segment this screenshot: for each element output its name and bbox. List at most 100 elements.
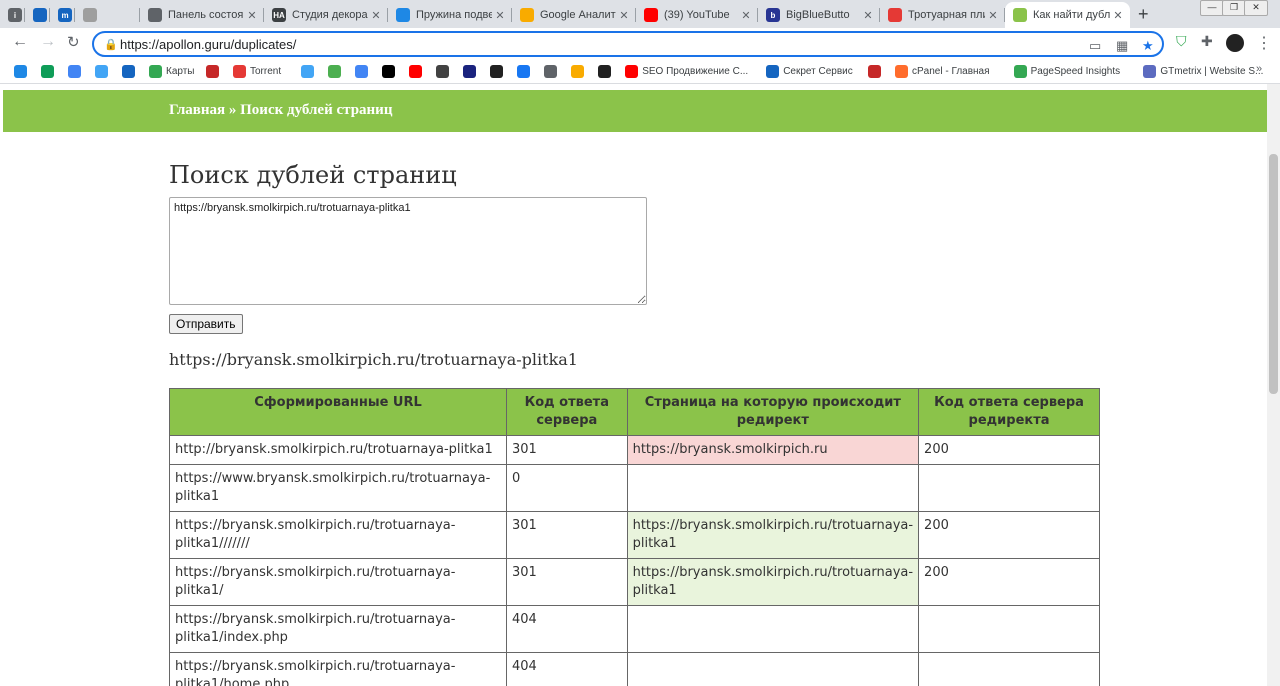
address-bar[interactable]: 🔒 https://apollon.guru/duplicates/ ▭ ▦ ★	[92, 31, 1164, 57]
tab-close-icon[interactable]: ✕	[368, 9, 384, 22]
tab-close-icon[interactable]: ✕	[244, 9, 260, 22]
close-window-button[interactable]: ✕	[1244, 0, 1268, 16]
tab-close-icon[interactable]: ✕	[616, 9, 632, 22]
bookmark-item[interactable]: Карты	[149, 63, 195, 79]
bookmark-icon	[206, 64, 219, 78]
table-row: http://bryansk.smolkirpich.ru/trotuarnay…	[168, 435, 1100, 465]
bookmark-icon	[1143, 64, 1157, 78]
bookmark-icon	[95, 64, 108, 78]
page-title: Поиск дублей страниц	[169, 161, 457, 189]
cast-icon[interactable]: ▭	[1089, 38, 1101, 54]
submit-button[interactable]: Отправить	[169, 314, 243, 334]
tab-item[interactable]: m	[50, 2, 75, 28]
bookmark-item[interactable]: GTmetrix | Website S...	[1143, 63, 1263, 79]
tab-item[interactable]	[75, 2, 140, 28]
bookmark-icon	[766, 64, 780, 78]
bookmark-item[interactable]: Torrent	[233, 63, 281, 79]
tab-item[interactable]: b BigBlueButto ✕	[758, 2, 880, 28]
tab-label: Панель состояни	[168, 9, 244, 21]
bookmark-item[interactable]: SEO Продвижение С...	[625, 63, 748, 79]
bookmark-icon	[895, 64, 908, 78]
bookmark-item[interactable]	[41, 63, 58, 79]
bookmark-item[interactable]	[95, 63, 112, 79]
cell-url: http://bryansk.smolkirpich.ru/trotuarnay…	[168, 435, 508, 465]
tab-favicon-icon: НА	[272, 8, 286, 22]
bookmark-icon	[122, 64, 135, 78]
table-row: https://bryansk.smolkirpich.ru/trotuarna…	[168, 652, 1100, 686]
back-arrow-icon[interactable]: ←	[12, 33, 28, 51]
tab-item[interactable]: Панель состояни✕	[140, 2, 264, 28]
bookmark-item[interactable]	[206, 63, 223, 79]
cell-redirect: https://bryansk.smolkirpich.ru/trotuarna…	[626, 558, 920, 606]
col-header-url: Сформированные URL	[168, 388, 508, 436]
bookmark-label: Секрет Сервис	[783, 65, 853, 77]
scrollbar-thumb[interactable]	[1269, 154, 1278, 394]
bookmark-item[interactable]	[301, 63, 318, 79]
profile-avatar[interactable]	[1226, 34, 1244, 52]
bookmark-star-icon[interactable]: ★	[1142, 38, 1154, 54]
restore-button[interactable]: ❐	[1222, 0, 1246, 16]
bookmark-icon	[328, 64, 342, 78]
tab-item[interactable]: Тротуарная плит✕	[880, 2, 1005, 28]
tab-close-icon[interactable]: ✕	[985, 9, 1001, 22]
menu-dots-icon[interactable]: ⋮	[1256, 33, 1272, 53]
tab-favicon-icon	[520, 8, 534, 22]
tab-item[interactable]	[25, 2, 50, 28]
bookmark-item[interactable]: PageSpeed Insights	[1013, 63, 1120, 79]
url-input-textarea[interactable]: https://bryansk.smolkirpich.ru/trotuarna…	[169, 197, 647, 305]
bookmark-item[interactable]	[517, 63, 534, 79]
address-url[interactable]: https://apollon.guru/duplicates/	[120, 37, 296, 52]
bookmark-item[interactable]	[490, 63, 507, 79]
bookmark-item[interactable]: cPanel - Главная	[895, 63, 990, 79]
cell-code: 301	[506, 558, 628, 606]
more-bookmarks-icon[interactable]: »	[1256, 63, 1262, 75]
bookmark-icon	[544, 64, 558, 78]
bookmark-item[interactable]	[328, 63, 345, 79]
cell-redirect-code: 200	[918, 435, 1100, 465]
page-scrollbar[interactable]	[1267, 84, 1280, 686]
extension-shield-icon[interactable]: ⛉	[1176, 33, 1187, 50]
cell-url: https://bryansk.smolkirpich.ru/trotuarna…	[168, 652, 508, 686]
breadcrumb-home-link[interactable]: Главная	[169, 102, 225, 118]
bookmark-item[interactable]	[436, 63, 453, 79]
bookmark-item[interactable]	[382, 63, 399, 79]
bookmark-item[interactable]	[355, 63, 372, 79]
bookmark-item[interactable]	[122, 63, 139, 79]
cell-redirect-code: 200	[918, 558, 1100, 606]
forward-arrow-icon[interactable]: →	[40, 33, 56, 51]
bookmark-item[interactable]	[14, 63, 31, 79]
tab-close-icon[interactable]: ✕	[738, 9, 754, 22]
cell-redirect-code	[918, 652, 1100, 686]
bookmark-item[interactable]: Секрет Сервис	[766, 63, 853, 79]
cell-code: 301	[506, 511, 628, 559]
breadcrumb-current: Поиск дублей страниц	[240, 102, 393, 118]
cell-url: https://www.bryansk.smolkirpich.ru/trotu…	[168, 464, 508, 512]
bookmark-icon	[382, 64, 396, 78]
bookmark-item[interactable]	[463, 63, 480, 79]
tab-close-icon[interactable]: ✕	[492, 9, 508, 22]
qr-icon[interactable]: ▦	[1116, 38, 1128, 54]
bookmark-item[interactable]	[598, 63, 615, 79]
extensions-puzzle-icon[interactable]: ✚	[1201, 33, 1213, 50]
tab-item[interactable]: i	[0, 2, 25, 28]
cell-url: https://bryansk.smolkirpich.ru/trotuarna…	[168, 511, 508, 559]
bookmark-item[interactable]	[68, 63, 85, 79]
tab-item[interactable]: Пружина подвес ✕	[388, 2, 512, 28]
bookmark-icon	[868, 64, 881, 78]
bookmark-icon	[490, 64, 504, 78]
new-tab-button[interactable]: +	[1138, 4, 1149, 25]
bookmark-item[interactable]	[868, 63, 885, 79]
minimize-button[interactable]: —	[1200, 0, 1224, 16]
tab-item[interactable]: (39) YouTube ✕	[636, 2, 758, 28]
reload-icon[interactable]: ↻	[67, 33, 80, 51]
tab-close-icon[interactable]: ✕	[860, 9, 876, 22]
tab-item[interactable]: Google Аналитик✕	[512, 2, 636, 28]
bookmark-icon	[625, 64, 639, 78]
bookmark-item[interactable]	[544, 63, 561, 79]
table-row: https://bryansk.smolkirpich.ru/trotuarna…	[168, 605, 1100, 653]
bookmark-item[interactable]	[571, 63, 588, 79]
tab-item[interactable]: НА Студия декора Н✕	[264, 2, 388, 28]
tab-item[interactable]: Как найти дубли ✕	[1005, 2, 1130, 28]
bookmark-item[interactable]	[409, 63, 426, 79]
tab-close-icon[interactable]: ✕	[1110, 9, 1126, 22]
